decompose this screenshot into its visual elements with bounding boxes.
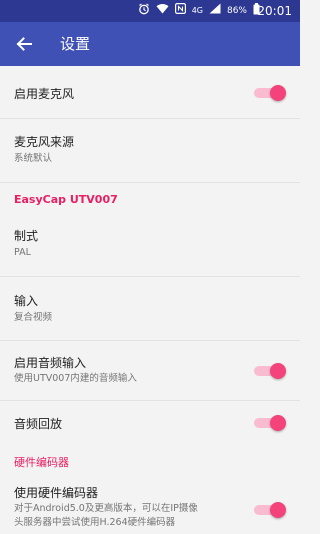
wifi-icon: [156, 3, 169, 19]
setting-summary-line2: 头服务器中尝试使用H.264硬件编码器: [14, 517, 176, 528]
nfc-icon: [174, 3, 186, 19]
status-bar: 4G 86% 20:01: [0, 0, 300, 22]
audio-playback-switch[interactable]: [254, 415, 286, 431]
signal-icon: [209, 3, 221, 19]
setting-input[interactable]: 输入 复合视频: [0, 277, 300, 341]
status-time: 20:01: [257, 4, 292, 18]
setting-summary: 使用UTV007内建的音频输入: [14, 373, 137, 384]
setting-label: 输入: [14, 294, 39, 308]
setting-summary: 系统默认: [14, 153, 53, 164]
switch-thumb: [270, 85, 286, 101]
section-header-hw-encoder: 硬件编码器: [14, 456, 69, 469]
setting-label: 启用音频输入: [14, 356, 87, 370]
setting-summary: 复合视频: [14, 312, 53, 323]
alarm-icon: [138, 3, 150, 20]
section-header-easycap: EasyCap UTV007: [14, 193, 118, 206]
page-title: 设置: [60, 35, 91, 53]
enable-audio-input-switch[interactable]: [254, 363, 286, 379]
setting-label: 启用麦克风: [14, 87, 75, 101]
setting-summary: PAL: [14, 247, 31, 258]
switch-thumb: [270, 502, 286, 518]
setting-enable-audio-input[interactable]: 启用音频输入 使用UTV007内建的音频输入: [0, 341, 300, 401]
switch-thumb: [270, 363, 286, 379]
setting-summary-line1: 对于Android5.0及更高版本，可以在IP摄像: [14, 503, 198, 514]
use-hw-encoder-switch[interactable]: [254, 502, 286, 518]
back-button[interactable]: [12, 32, 36, 56]
enable-mic-switch[interactable]: [254, 85, 286, 101]
setting-mic-source[interactable]: 麦克风来源 系统默认: [0, 119, 300, 183]
setting-enable-mic[interactable]: 启用麦克风: [0, 66, 300, 119]
network-type-text: 4G: [191, 6, 203, 15]
app-toolbar: 设置: [0, 22, 300, 66]
setting-label: 麦克风来源: [14, 135, 75, 149]
battery-percent-text: 86%: [226, 6, 247, 16]
setting-label: 制式: [14, 229, 39, 243]
setting-standard[interactable]: 制式 PAL: [0, 211, 300, 277]
status-icons: 4G 86%: [138, 2, 260, 20]
setting-use-hw-encoder[interactable]: 使用硬件编码器 对于Android5.0及更高版本，可以在IP摄像 头服务器中尝…: [0, 472, 300, 534]
setting-audio-playback[interactable]: 音频回放: [0, 401, 300, 445]
setting-label: 使用硬件编码器: [14, 486, 99, 500]
arrow-left-icon: [16, 37, 32, 51]
switch-thumb: [270, 415, 286, 431]
setting-label: 音频回放: [14, 417, 63, 431]
